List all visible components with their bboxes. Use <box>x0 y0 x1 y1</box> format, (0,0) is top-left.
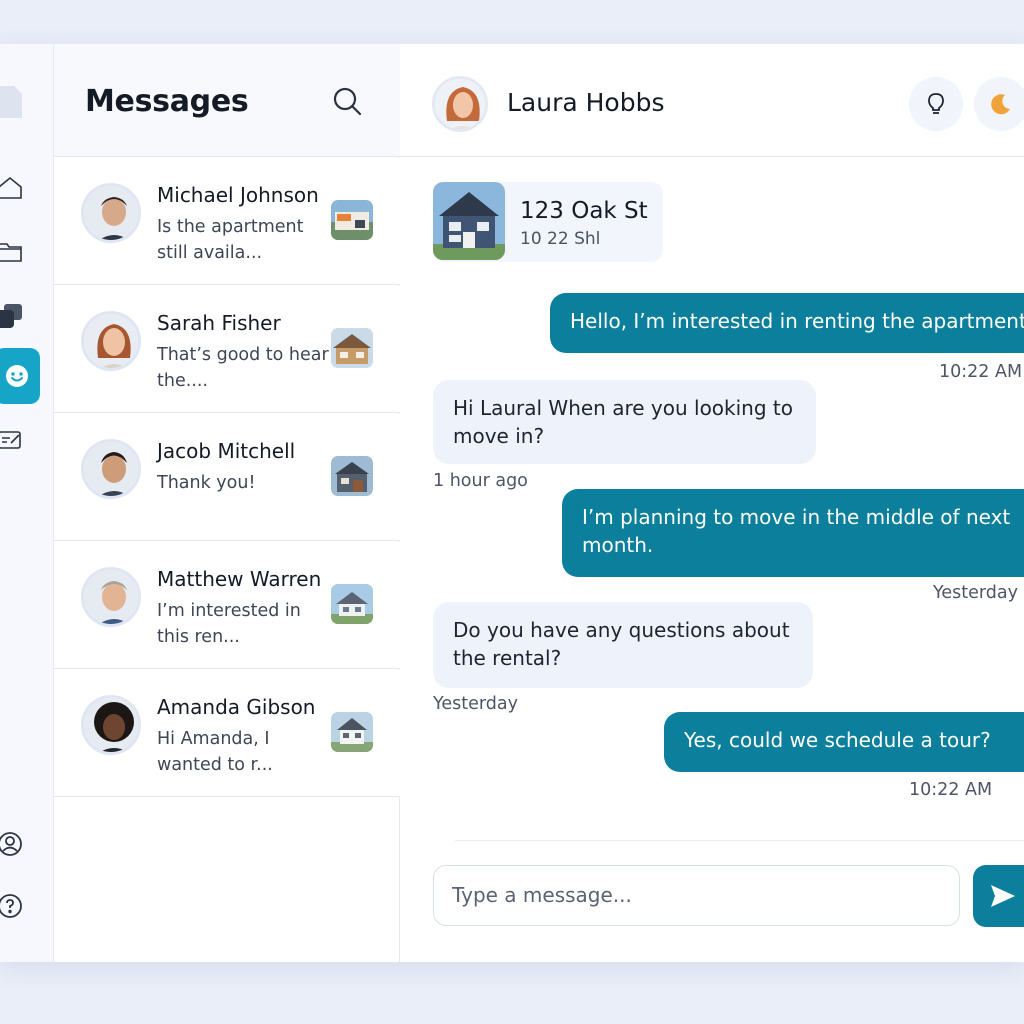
home-icon[interactable] <box>0 176 22 200</box>
contact-name: Matthew Warren <box>157 567 322 591</box>
smiley-icon <box>6 365 28 387</box>
smiley-nav-button[interactable] <box>0 348 40 404</box>
message-timestamp: 10:22 AM <box>939 362 1023 382</box>
message-preview: I’m interested in this ren... <box>157 601 301 647</box>
contact-name: Sarah Fisher <box>157 311 281 335</box>
chat-header: Laura Hobbs <box>400 44 1024 157</box>
message-timestamp: Yesterday <box>933 583 1018 603</box>
property-thumbnail <box>331 712 373 752</box>
contact-name: Jacob Mitchell <box>157 439 296 463</box>
conversation-item[interactable]: Jacob Mitchell Thank you! <box>54 414 400 541</box>
checklist-icon[interactable] <box>0 428 22 452</box>
folder-icon[interactable] <box>0 240 22 264</box>
outgoing-message: I’m planning to move in the middle of ne… <box>562 489 1024 577</box>
nav-rail <box>0 44 54 962</box>
chat-panel: Laura Hobbs 123 Oak St 10 22 Shl Hello, … <box>400 44 1024 962</box>
theme-toggle-button[interactable] <box>974 77 1024 131</box>
account-icon[interactable] <box>0 832 22 856</box>
avatar[interactable] <box>432 76 488 132</box>
message-preview: Hi Amanda, I wanted to r... <box>157 729 273 775</box>
search-icon <box>333 87 362 116</box>
message-preview: That’s good to hear the.... <box>157 345 329 391</box>
listing-card[interactable]: 123 Oak St 10 22 Shl <box>433 182 663 262</box>
listing-subtitle: 10 22 Shl <box>520 229 601 249</box>
conversation-item[interactable]: Amanda Gibson Hi Amanda, I wanted to r..… <box>54 670 400 797</box>
avatar <box>81 439 141 499</box>
avatar <box>81 311 141 371</box>
incoming-message: Hi Laural When are you looking to move i… <box>433 380 816 464</box>
moon-icon <box>991 94 1010 115</box>
lightbulb-icon <box>928 93 944 114</box>
search-button[interactable] <box>332 86 364 118</box>
avatar <box>81 695 141 755</box>
chat-contact-name: Laura Hobbs <box>507 88 665 117</box>
message-composer <box>433 865 960 926</box>
property-thumbnail <box>331 200 373 240</box>
avatar <box>81 567 141 627</box>
message-preview: Is the apartment still availa... <box>157 217 304 263</box>
lightbulb-button[interactable] <box>909 77 963 131</box>
property-thumbnail <box>331 584 373 624</box>
contact-name: Michael Johnson <box>157 183 319 207</box>
message-timestamp: 10:22 AM <box>909 780 993 800</box>
outgoing-message: Hello, I’m interested in renting the apa… <box>550 293 1024 353</box>
contact-name: Amanda Gibson <box>157 695 316 719</box>
page-title: Messages <box>85 84 249 119</box>
property-thumbnail <box>331 328 373 368</box>
message-input[interactable] <box>452 866 942 924</box>
conversation-list-panel: Messages Michael Johnson Is the apartmen… <box>54 44 400 962</box>
avatar <box>81 183 141 243</box>
outgoing-message: Yes, could we schedule a tour? <box>664 712 1024 772</box>
conversation-item[interactable]: Matthew Warren I’m interested in this re… <box>54 542 400 669</box>
gallery-icon[interactable] <box>0 302 24 330</box>
property-thumbnail <box>331 456 373 496</box>
help-icon[interactable] <box>0 894 22 918</box>
listing-address: 123 Oak St <box>520 198 648 224</box>
list-header: Messages <box>54 44 400 157</box>
message-timestamp: 1 hour ago <box>433 471 528 491</box>
app-window: Messages Michael Johnson Is the apartmen… <box>0 44 1024 962</box>
document-icon[interactable] <box>0 84 24 118</box>
listing-image <box>433 182 505 260</box>
send-icon <box>991 885 1015 907</box>
incoming-message: Do you have any questions about the rent… <box>433 602 813 688</box>
conversation-item[interactable]: Michael Johnson Is the apartment still a… <box>54 158 400 285</box>
message-preview: Thank you! <box>157 473 256 493</box>
composer-divider <box>455 840 1024 841</box>
conversation-item[interactable]: Sarah Fisher That’s good to hear the.... <box>54 286 400 413</box>
send-button[interactable] <box>973 865 1024 927</box>
message-timestamp: Yesterday <box>433 694 518 714</box>
